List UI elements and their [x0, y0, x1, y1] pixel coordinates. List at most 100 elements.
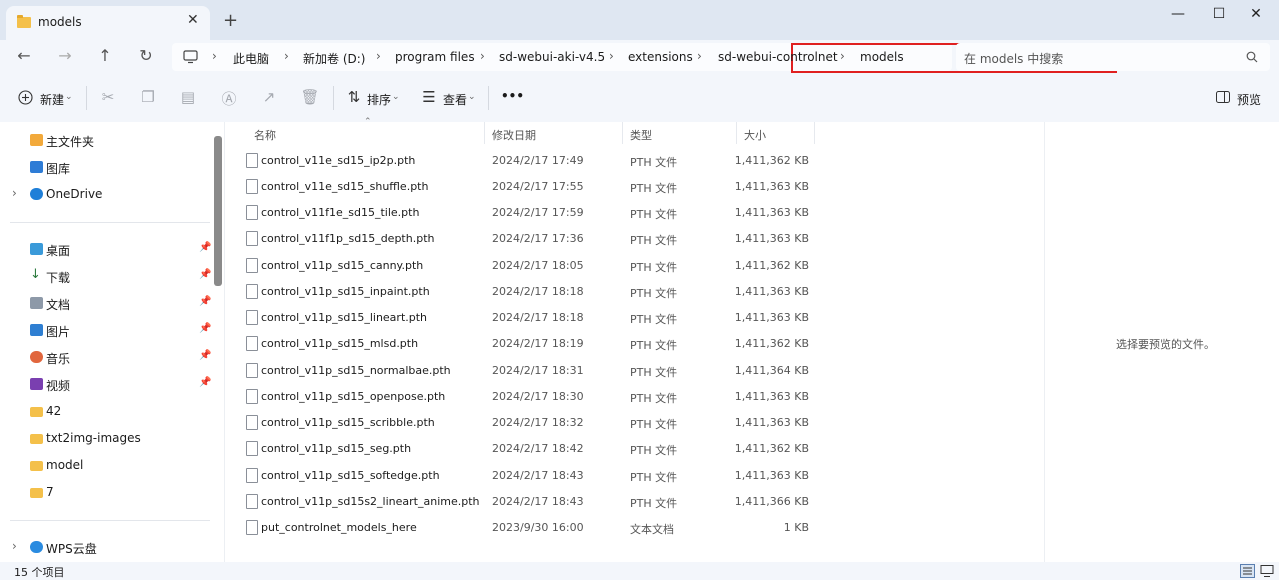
tab-close-icon[interactable]: ✕	[187, 12, 199, 28]
folder-icon	[30, 407, 43, 417]
search-input[interactable]: 在 models 中搜索	[956, 43, 1270, 71]
sidebar-item-label: txt2img-images	[46, 431, 141, 445]
chevron-right-icon[interactable]: ›	[12, 186, 17, 200]
pin-icon: 📌	[199, 323, 212, 334]
file-row[interactable]: control_v11p_sd15_normalbae.pth 2024/2/17…	[226, 358, 826, 384]
sidebar-item-label: 桌面	[46, 244, 71, 258]
minimize-button[interactable]: —	[1165, 6, 1191, 22]
file-row[interactable]: control_v11p_sd15_mlsd.pth 2024/2/17 18:1…	[226, 331, 826, 357]
chevron-right-icon[interactable]: ›	[12, 539, 17, 553]
sidebar-item-videos[interactable]: 视频 📌	[0, 374, 211, 396]
paste-icon[interactable]: ▤	[178, 88, 198, 106]
column-separator[interactable]	[736, 122, 737, 144]
sidebar-item-documents[interactable]: 文档 📌	[0, 293, 211, 315]
sort-button[interactable]: 排序	[367, 91, 391, 108]
file-row[interactable]: control_v11p_sd15_softedge.pth 2024/2/17 …	[226, 463, 826, 489]
sidebar-item-gallery[interactable]: 图库	[0, 157, 210, 179]
file-row[interactable]: control_v11p_sd15_seg.pth 2024/2/17 18:42…	[226, 436, 826, 462]
desktop-icon	[30, 243, 43, 255]
file-row[interactable]: control_v11f1e_sd15_tile.pth 2024/2/17 17…	[226, 200, 826, 226]
sidebar-item-folder-42[interactable]: 42	[0, 401, 210, 423]
sidebar-item-model[interactable]: model	[0, 455, 210, 477]
pin-icon: 📌	[199, 242, 212, 253]
forward-button[interactable]: →	[53, 46, 77, 65]
column-separator[interactable]	[622, 122, 623, 144]
preview-empty-text: 选择要预览的文件。	[1116, 338, 1215, 351]
sidebar-item-label: 视频	[46, 379, 71, 393]
file-row[interactable]: control_v11p_sd15s2_lineart_anime.pth 202…	[226, 489, 826, 515]
cut-icon[interactable]: ✂	[98, 88, 118, 106]
up-button[interactable]: ↑	[93, 46, 117, 65]
status-bar: 15 个项目	[0, 562, 1279, 580]
chevron-right-icon: ›	[609, 49, 614, 63]
sidebar-item-txt2img-images[interactable]: txt2img-images	[0, 428, 210, 450]
address-bar[interactable]: › 此电脑 › 新加卷 (D:) › program files › sd-we…	[172, 43, 1117, 73]
file-name: control_v11e_sd15_ip2p.pth	[261, 154, 416, 167]
share-icon[interactable]: ↗	[259, 88, 279, 106]
file-icon	[246, 310, 258, 325]
maximize-button[interactable]: ☐	[1206, 6, 1232, 22]
pin-icon: 📌	[199, 269, 212, 280]
folder-icon	[17, 15, 31, 28]
file-row[interactable]: control_v11f1p_sd15_depth.pth 2024/2/17 1…	[226, 226, 826, 252]
breadcrumb-drive-d[interactable]: 新加卷 (D:)	[303, 50, 365, 67]
file-row[interactable]: put_controlnet_models_here 2023/9/30 16:0…	[226, 515, 826, 541]
close-window-button[interactable]: ✕	[1243, 6, 1269, 22]
sidebar-scrollbar[interactable]	[214, 136, 222, 286]
preview-button[interactable]: 预览	[1237, 91, 1261, 108]
copy-icon[interactable]: ❐	[138, 88, 158, 106]
file-date: 2023/9/30 16:00	[492, 521, 584, 534]
details-view-icon[interactable]	[1240, 564, 1255, 578]
file-type: PTH 文件	[630, 497, 678, 510]
file-date: 2024/2/17 18:18	[492, 311, 584, 324]
column-header-type[interactable]: 类型	[630, 127, 652, 143]
file-row[interactable]: control_v11p_sd15_lineart.pth 2024/2/17 1…	[226, 305, 826, 331]
file-row[interactable]: control_v11p_sd15_canny.pth 2024/2/17 18:…	[226, 253, 826, 279]
sidebar-item-label: WPS云盘	[46, 542, 97, 556]
view-button[interactable]: 查看	[443, 91, 467, 108]
new-button[interactable]: 新建	[40, 91, 64, 108]
tab-models[interactable]: models ✕	[6, 6, 210, 40]
breadcrumb-program-files[interactable]: program files	[395, 50, 475, 64]
sidebar-item-folder-7[interactable]: 7	[0, 482, 210, 504]
sidebar-item-desktop[interactable]: 桌面 📌	[0, 239, 212, 261]
sidebar-item-pictures[interactable]: 图片 📌	[0, 320, 212, 342]
file-row[interactable]: control_v11p_sd15_inpaint.pth 2024/2/17 1…	[226, 279, 826, 305]
breadcrumb-this-pc[interactable]: 此电脑	[233, 50, 269, 67]
preview-pane-icon	[1216, 91, 1230, 103]
refresh-button[interactable]: ↻	[134, 46, 158, 65]
tiles-view-icon[interactable]	[1260, 564, 1274, 578]
sidebar-item-label: 7	[46, 485, 54, 499]
breadcrumb-extensions[interactable]: extensions	[628, 50, 693, 64]
download-icon: ↓	[30, 267, 41, 282]
column-separator[interactable]	[814, 122, 815, 144]
sidebar-item-label: 图库	[46, 162, 71, 176]
file-date: 2024/2/17 18:19	[492, 337, 584, 350]
sidebar-item-music[interactable]: 音乐 📌	[0, 347, 212, 369]
breadcrumb-models[interactable]: models	[860, 50, 904, 64]
delete-icon[interactable]: 🗑	[300, 88, 320, 106]
sidebar-item-label: 图片	[46, 325, 71, 339]
sidebar-item-onedrive[interactable]: › OneDrive	[0, 184, 210, 206]
sidebar-item-home[interactable]: 主文件夹	[0, 130, 210, 152]
pin-icon: 📌	[199, 350, 212, 361]
column-header-name[interactable]: 名称	[254, 127, 276, 143]
back-button[interactable]: ←	[12, 46, 36, 65]
file-row[interactable]: control_v11p_sd15_openpose.pth 2024/2/17 …	[226, 384, 826, 410]
more-options-button[interactable]: •••	[501, 89, 524, 103]
file-row[interactable]: control_v11e_sd15_ip2p.pth 2024/2/17 17:4…	[226, 148, 826, 174]
column-separator[interactable]	[484, 122, 485, 144]
column-header-size[interactable]: 大小	[744, 127, 766, 143]
file-name: control_v11p_sd15_scribble.pth	[261, 416, 435, 429]
rename-icon[interactable]: Ⓐ	[219, 88, 239, 109]
column-header-modified[interactable]: 修改日期	[492, 127, 536, 143]
file-icon	[246, 258, 258, 273]
file-name: control_v11p_sd15_openpose.pth	[261, 390, 446, 403]
file-row[interactable]: control_v11p_sd15_scribble.pth 2024/2/17 …	[226, 410, 826, 436]
breadcrumb-controlnet[interactable]: sd-webui-controlnet	[718, 50, 838, 64]
breadcrumb-sd-webui[interactable]: sd-webui-aki-v4.5	[499, 50, 605, 64]
file-row[interactable]: control_v11e_sd15_shuffle.pth 2024/2/17 1…	[226, 174, 826, 200]
new-tab-button[interactable]: +	[223, 10, 238, 31]
sidebar-item-wps-cloud[interactable]: › WPS云盘	[0, 537, 210, 559]
sidebar-item-downloads[interactable]: ↓ 下载 📌	[0, 266, 212, 288]
